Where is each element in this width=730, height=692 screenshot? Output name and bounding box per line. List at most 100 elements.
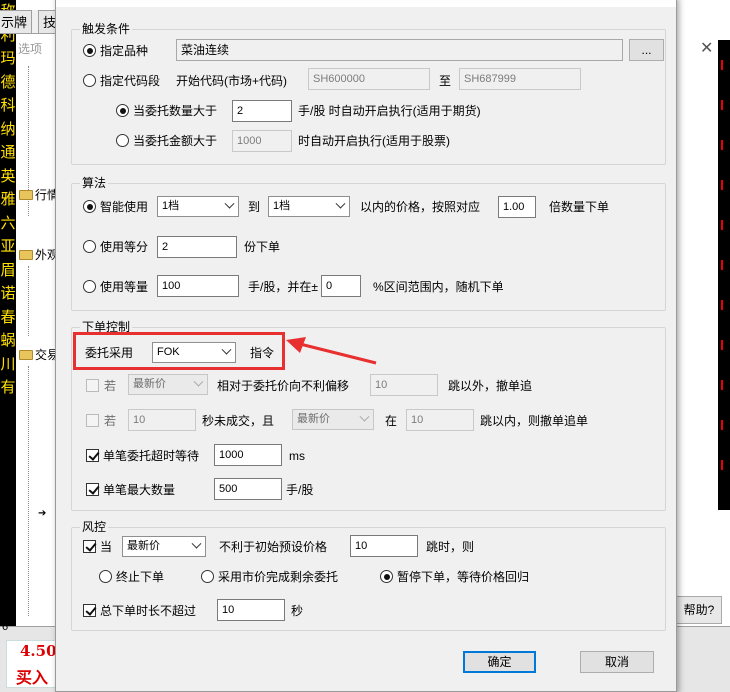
stock-char: 德: [0, 72, 16, 91]
adverse-suffix: 跳以外，撤单追: [448, 379, 533, 393]
tree-node-trade[interactable]: 交易: [19, 346, 59, 363]
risk-control-group: 风控 当 最新价 不利于初始预设价格 10 跳时，则 终止下单 采用市价完成剩余…: [71, 520, 666, 631]
smart-mid-label: 以内的价格，按照对应: [360, 200, 481, 214]
equal-parts-input[interactable]: 2: [157, 236, 237, 258]
start-code-label: 开始代码(市场+代码): [176, 74, 288, 88]
folder-icon: [19, 249, 33, 260]
smart-from-select[interactable]: 1档: [157, 196, 239, 217]
in-label: 在: [385, 414, 398, 428]
ticks-input[interactable]: 10: [406, 409, 474, 431]
pause-order-label: 暂停下单，等待价格回归: [397, 570, 530, 584]
start-code-input[interactable]: SH600000: [308, 68, 430, 90]
algo-order-dialog: 触发条件 指定品种 菜油连续 ... 指定代码段 开始代码(市场+代码) SH6…: [55, 0, 677, 692]
ok-button[interactable]: 确定: [463, 651, 536, 673]
total-time-unit: 秒: [291, 604, 304, 618]
timeout-if-label: 若: [104, 414, 117, 428]
stock-char: 眉: [0, 260, 16, 279]
radio-smart-use[interactable]: [83, 200, 96, 213]
radio-specify-variety[interactable]: [83, 44, 96, 57]
amount-threshold-suffix: 时自动开启执行(适用于股票): [298, 134, 450, 148]
buy-price: 4.50: [20, 642, 57, 660]
tree-node-appearance[interactable]: 外观: [19, 246, 59, 263]
smart-use-label: 智能使用: [100, 200, 149, 214]
browse-button[interactable]: ...: [629, 39, 664, 61]
timeout-price-value: 最新价: [297, 413, 330, 425]
tab-display[interactable]: 示牌: [0, 10, 33, 34]
chevron-down-icon: [193, 376, 204, 387]
tree-line: [28, 266, 29, 336]
tree-node-market[interactable]: 行情: [19, 186, 59, 203]
radio-equal-parts[interactable]: [83, 240, 96, 253]
annotation-highlight-box: [73, 332, 285, 370]
stock-name-column: 称 利 玛 德 科 纳 通 英 雅 六 亚 眉 诺 春 蜗 川 有: [0, 0, 16, 692]
adverse-price-value: 最新价: [133, 378, 166, 390]
stock-char: 诺: [0, 284, 16, 302]
smart-from-value: 1档: [162, 200, 180, 212]
max-qty-checkbox[interactable]: [86, 483, 99, 496]
radio-qty-threshold[interactable]: [116, 104, 129, 117]
timeout-unit: ms: [289, 449, 305, 463]
smart-to-select[interactable]: 1档: [268, 196, 350, 217]
timeout-wait-label: 单笔委托超时等待: [103, 449, 200, 463]
radio-equal-qty[interactable]: [83, 280, 96, 293]
stock-char: 科: [0, 96, 16, 114]
stock-char: 玛: [0, 49, 16, 67]
variety-field[interactable]: 菜油连续: [176, 39, 623, 61]
qty-threshold-suffix: 手/股 时自动开启执行(适用于期货): [298, 104, 481, 118]
folder-icon: [19, 189, 33, 200]
tree-line: [28, 366, 29, 616]
stock-char: 亚: [0, 237, 16, 255]
radio-stop-order[interactable]: [99, 570, 112, 583]
trigger-group: 触发条件 指定品种 菜油连续 ... 指定代码段 开始代码(市场+代码) SH6…: [71, 22, 666, 165]
risk-ticks-input[interactable]: 10: [350, 535, 418, 557]
max-qty-input[interactable]: 500: [214, 478, 282, 500]
range-input[interactable]: 0: [321, 275, 361, 297]
dialog-titlebar: [56, 0, 676, 7]
multiplier-input[interactable]: 1.00: [498, 196, 536, 218]
qty-threshold-input[interactable]: 2: [232, 100, 292, 122]
adverse-price-select[interactable]: 最新价: [128, 374, 208, 395]
risk-control-group-title: 风控: [80, 520, 109, 534]
market-remaining-label: 采用市价完成剩余委托: [218, 570, 339, 584]
max-qty-label: 单笔最大数量: [103, 483, 176, 497]
help-button[interactable]: 帮助?: [676, 596, 722, 624]
max-qty-unit: 手/股: [286, 483, 314, 497]
algorithm-group-title: 算法: [80, 176, 109, 190]
end-code-input[interactable]: SH687999: [459, 68, 581, 90]
to-label: 至: [439, 74, 452, 88]
equal-qty-suffix: %区间范围内，随机下单: [373, 280, 504, 294]
total-time-label: 总下单时长不超过: [100, 604, 197, 618]
chevron-down-icon: [191, 538, 202, 549]
tree-arrow-icon: ➔: [38, 508, 47, 519]
risk-price-select[interactable]: 最新价: [122, 536, 206, 557]
chevron-down-icon: [359, 411, 370, 422]
qty-threshold-label: 当委托数量大于: [133, 104, 218, 118]
adverse-chase-checkbox[interactable]: [86, 379, 99, 392]
radio-amount-threshold[interactable]: [116, 134, 129, 147]
amount-threshold-input[interactable]: 1000: [232, 130, 292, 152]
radio-market-remaining[interactable]: [201, 570, 214, 583]
to-label: 到: [248, 200, 261, 214]
annotation-arrow-icon: [286, 337, 377, 365]
total-time-checkbox[interactable]: [83, 604, 96, 617]
radio-specify-code[interactable]: [83, 74, 96, 87]
total-time-input[interactable]: 10: [217, 599, 285, 621]
stock-char: 六: [0, 213, 16, 232]
close-icon[interactable]: ✕: [700, 38, 713, 58]
cancel-button[interactable]: 取消: [580, 651, 654, 673]
timeout-price-select[interactable]: 最新价: [292, 409, 374, 430]
equal-qty-label: 使用等量: [100, 280, 149, 294]
timeout-chase-checkbox[interactable]: [86, 414, 99, 427]
chevron-down-icon: [335, 198, 346, 209]
radio-pause-order[interactable]: [380, 570, 393, 583]
timeout-wait-input[interactable]: 1000: [214, 444, 282, 466]
risk-ticks-suffix: 跳时，则: [426, 540, 475, 554]
equal-qty-mid: 手/股，并在±: [248, 280, 318, 294]
stock-char: 蜗: [0, 331, 16, 349]
risk-price-checkbox[interactable]: [83, 540, 96, 553]
timeout-wait-checkbox[interactable]: [86, 449, 99, 462]
stock-char: 雅: [0, 190, 16, 208]
seconds-input[interactable]: 10: [128, 409, 196, 431]
equal-parts-suffix: 份下单: [244, 240, 281, 254]
equal-qty-input[interactable]: 100: [157, 275, 239, 297]
